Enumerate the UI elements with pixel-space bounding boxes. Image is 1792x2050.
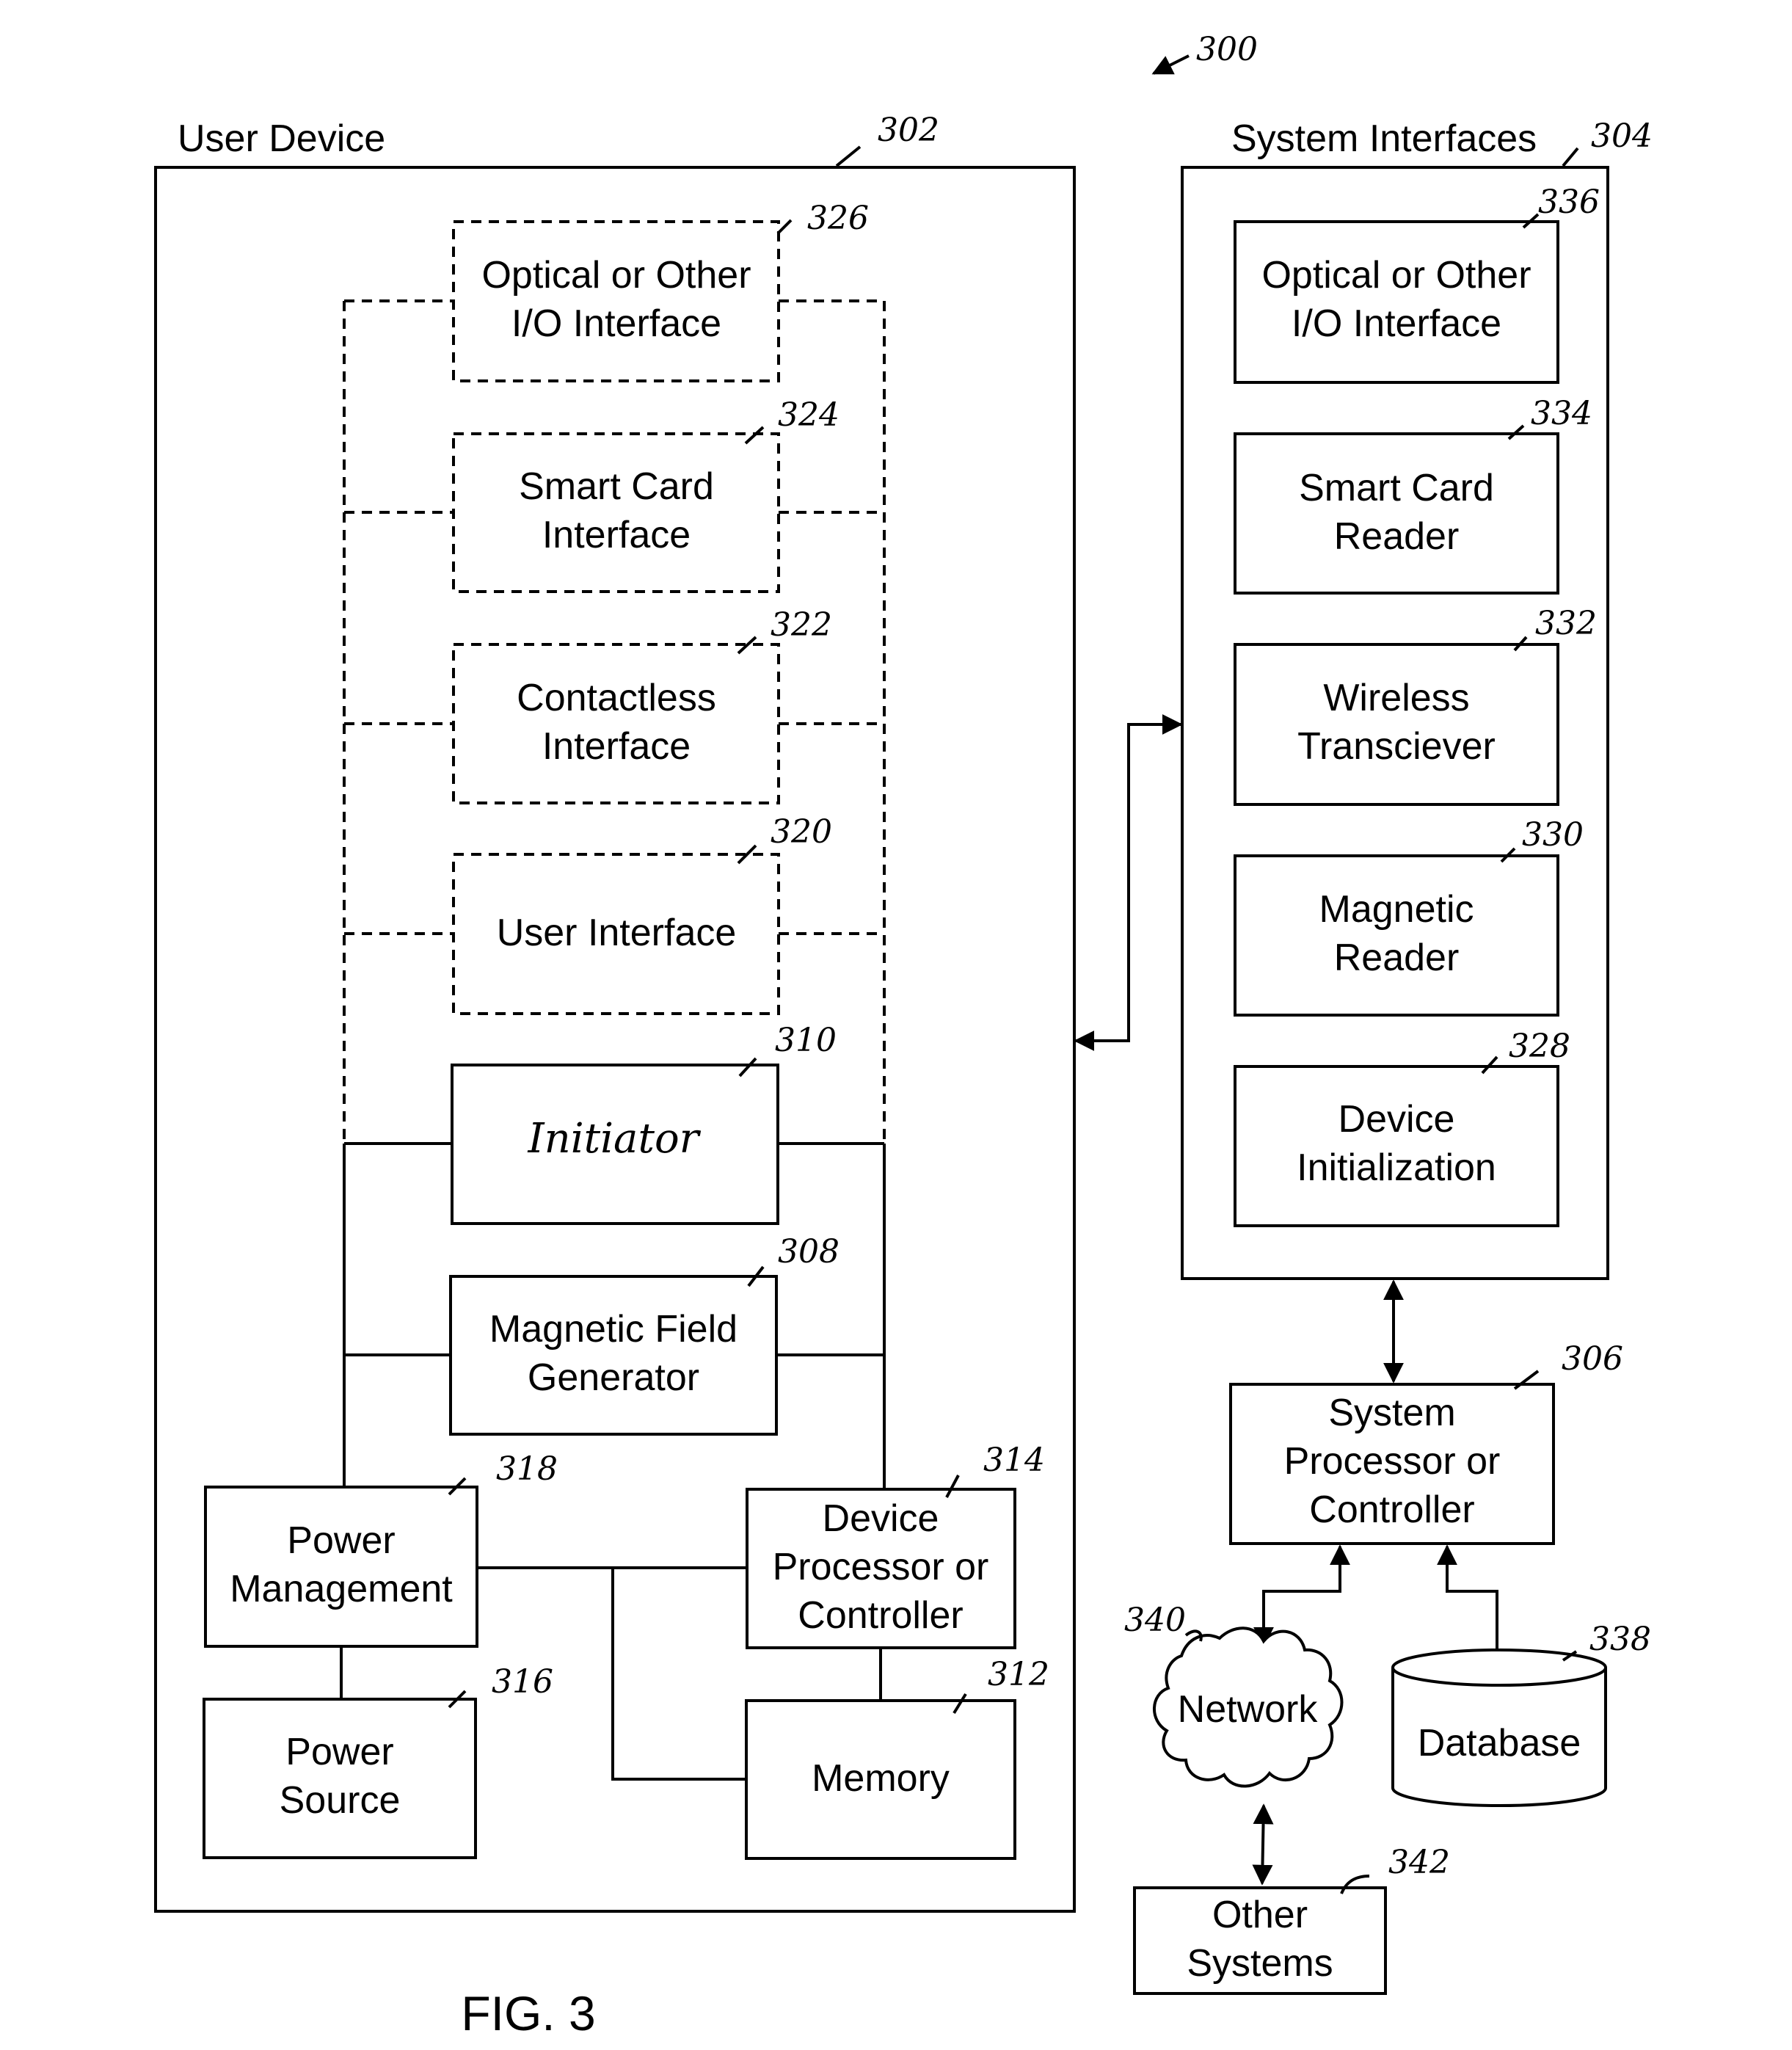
ref-312: 312 [988,1656,1049,1693]
label-line: I/O Interface [511,302,721,345]
other-systems-block: Other Systems 342 [1133,1844,1450,1995]
label-line: Controller [798,1594,963,1637]
ref-306: 306 [1562,1340,1623,1378]
label-line: System [1328,1392,1455,1434]
system-interfaces-title: System Interfaces [1231,117,1537,160]
label-line: Systems [1187,1942,1333,1985]
label-line: Interface [542,725,691,768]
figure-ref-label: 300 [1196,31,1258,68]
ref-318: 318 [496,1450,558,1488]
network-cloud: Network 340 [1124,1602,1344,1788]
ref-302: 302 [878,112,939,149]
system-processor-block: System Processor or Controller 306 [1229,1340,1623,1545]
database-cylinder: Database 338 [1391,1621,1651,1807]
ref-332: 332 [1535,605,1597,642]
label-line: Interface [542,514,691,556]
ref-314: 314 [983,1442,1045,1479]
label-line: Controller [1309,1489,1474,1531]
label-line: Magnetic Field [489,1308,737,1351]
label-line: Source [280,1779,401,1822]
label-line: Optical or Other [1261,254,1531,297]
label-line: I/O Interface [1292,302,1501,345]
label-line: User Interface [497,912,737,954]
label-line: Memory [812,1757,950,1800]
label-line: Reader [1334,937,1460,979]
label-line: Generator [528,1356,699,1399]
label-line: Other [1212,1894,1308,1936]
ref-340: 340 [1124,1602,1186,1639]
ref-326: 326 [807,200,869,237]
label-line: Management [230,1568,453,1610]
ref-334: 334 [1531,395,1592,432]
ref-330: 330 [1522,816,1584,854]
figure-ref-300: 300 [1151,31,1258,75]
ref-304: 304 [1591,117,1653,155]
ref-316: 316 [492,1663,553,1701]
user-device-box [154,166,1076,1913]
ref-308: 308 [778,1233,839,1271]
label-line: Initiator [528,1115,702,1163]
network-other-systems-arrow [1252,1803,1274,1886]
label-line: Contactless [517,677,716,719]
label-line: Device [823,1497,939,1540]
network-label: Network [1178,1688,1319,1731]
device-system-link-arrow [1074,714,1183,1051]
ref-310: 310 [775,1022,837,1059]
label-line: Device [1338,1098,1455,1141]
user-device-title: User Device [178,117,385,160]
leader-302 [835,145,862,167]
block-diagram: 300 User Device 302 Optical or Other I/O… [154,31,1653,2040]
ref-320: 320 [771,813,832,851]
processor-network-arrow [1253,1544,1350,1648]
ref-328: 328 [1509,1028,1570,1065]
label-line: Magnetic [1319,888,1474,931]
label-line: Power [285,1731,393,1773]
label-line: Processor or [773,1546,989,1588]
label-line: Reader [1334,515,1460,558]
label-line: Power [287,1519,395,1562]
label-line: Smart Card [1299,467,1494,509]
figure-caption: FIG. 3 [461,1986,595,2040]
label-line: Wireless [1323,677,1469,719]
ref-322: 322 [771,606,832,644]
label-line: Optical or Other [481,254,751,297]
ref-324: 324 [778,396,839,434]
ref-342: 342 [1388,1844,1450,1881]
ref-338: 338 [1589,1621,1651,1658]
label-line: Processor or [1284,1440,1501,1483]
label-line: Transciever [1297,725,1496,768]
ref-336: 336 [1538,183,1600,221]
label-line: Smart Card [519,465,714,508]
label-line: Initialization [1297,1146,1496,1189]
database-label: Database [1418,1722,1581,1764]
